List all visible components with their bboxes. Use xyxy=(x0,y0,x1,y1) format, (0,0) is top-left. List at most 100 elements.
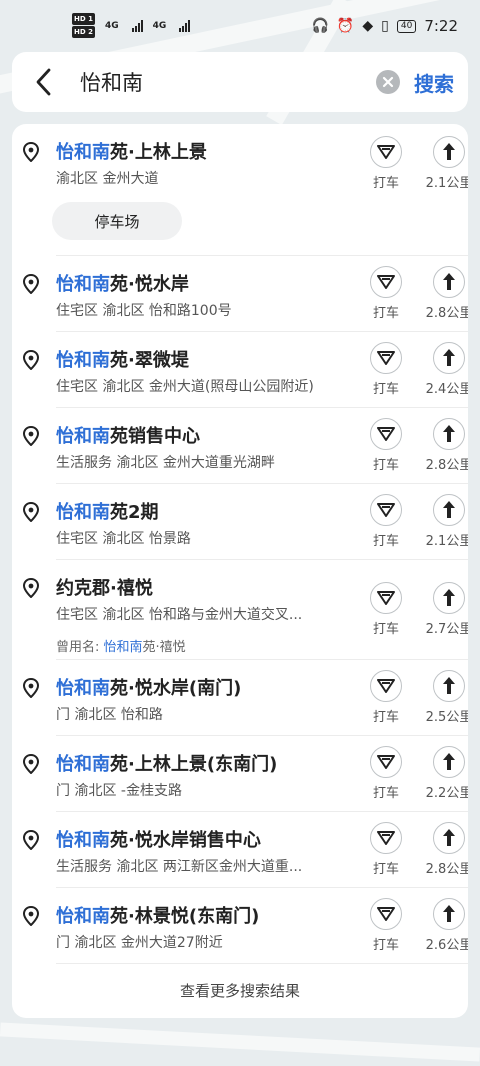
result-title: 怡和南苑销售中心 xyxy=(56,422,200,448)
distance-label: 2.2公里 xyxy=(425,786,468,801)
taxi-label: 打车 xyxy=(372,786,399,801)
taxi-button[interactable]: 打车 xyxy=(362,494,410,549)
result-title: 怡和南苑·翠微堤 xyxy=(56,346,189,372)
taxi-icon xyxy=(370,342,402,374)
distance-label: 2.8公里 xyxy=(425,458,468,473)
taxi-button[interactable]: 打车 xyxy=(362,670,410,725)
result-subtitle: 住宅区 渝北区 怡景路 xyxy=(56,531,191,547)
distance-label: 2.1公里 xyxy=(425,176,468,191)
status-bar: HD 1 HD 2 4G 4G 🎧 ⏰ ◆ ▯ 40 7:22 xyxy=(0,0,480,52)
taxi-label: 打车 xyxy=(372,458,399,473)
distance-label: 2.6公里 xyxy=(425,938,468,953)
taxi-icon xyxy=(370,822,402,854)
result-title: 怡和南苑2期 xyxy=(56,498,159,524)
navigate-button[interactable]: 2.5公里 xyxy=(418,670,468,725)
clock: 7:22 xyxy=(424,17,458,35)
result-item[interactable]: 怡和南苑·翠微堤 住宅区 渝北区 金州大道(照母山公园附近) 打车 2.4公里 xyxy=(22,332,468,408)
result-subtitle: 门 渝北区 -金桂支路 xyxy=(56,783,182,799)
taxi-button[interactable]: 打车 xyxy=(362,582,410,637)
pin-icon xyxy=(22,425,40,447)
result-title-highlight: 怡和南 xyxy=(56,678,110,699)
navigate-button[interactable]: 2.7公里 xyxy=(418,582,468,637)
navigate-button[interactable]: 2.4公里 xyxy=(418,342,468,397)
taxi-icon xyxy=(370,898,402,930)
navigate-button[interactable]: 2.8公里 xyxy=(418,822,468,877)
result-title: 约克郡·禧悦 xyxy=(56,574,153,600)
distance-label: 2.7公里 xyxy=(425,622,468,637)
result-title-rest: 苑·悦水岸(南门) xyxy=(110,678,242,699)
taxi-button[interactable]: 打车 xyxy=(362,342,410,397)
navigate-button[interactable]: 2.1公里 xyxy=(418,494,468,549)
result-subtitle: 门 渝北区 金州大道27附近 xyxy=(56,935,223,951)
pin-icon xyxy=(22,141,40,163)
result-title-rest: 苑·翠微堤 xyxy=(110,350,189,371)
taxi-label: 打车 xyxy=(372,534,399,549)
distance-label: 2.8公里 xyxy=(425,862,468,877)
navigate-button[interactable]: 2.2公里 xyxy=(418,746,468,801)
result-title: 怡和南苑·上林上景(东南门) xyxy=(56,750,277,776)
result-title-highlight: 怡和南 xyxy=(56,274,110,295)
parking-chip[interactable]: 停车场 xyxy=(52,202,182,240)
result-item[interactable]: 怡和南苑·林景悦(东南门) 门 渝北区 金州大道27附近 打车 2.6公里 xyxy=(22,888,468,964)
pin-icon xyxy=(22,349,40,371)
navigate-button[interactable]: 2.8公里 xyxy=(418,418,468,473)
navigate-icon xyxy=(433,670,465,702)
taxi-icon xyxy=(370,670,402,702)
taxi-button[interactable]: 打车 xyxy=(362,418,410,473)
navigate-button[interactable]: 2.8公里 xyxy=(418,266,468,321)
result-title-highlight: 怡和南 xyxy=(56,502,110,523)
result-title: 怡和南苑·林景悦(东南门) xyxy=(56,902,259,928)
result-item[interactable]: 怡和南苑·悦水岸住宅区 渝北区 怡和路100号 打车 2.8公里 xyxy=(22,256,468,332)
result-title-rest: 约克郡·禧悦 xyxy=(56,578,153,599)
navigate-icon xyxy=(433,266,465,298)
result-title-highlight: 怡和南 xyxy=(56,830,110,851)
results-list: 怡和南苑·上林上景 渝北区 金州大道 停车场 打车 2.1公里 怡和南苑·悦水岸 住宅区 渝… xyxy=(12,124,468,1018)
result-item[interactable]: 怡和南苑·上林上景(东南门) 门 渝北区 -金桂支路 打车 2.2公里 xyxy=(22,736,468,812)
clear-icon[interactable] xyxy=(376,70,400,94)
pin-icon xyxy=(22,677,40,699)
navigate-icon xyxy=(433,746,465,778)
taxi-icon xyxy=(370,746,402,778)
signal-icon xyxy=(131,20,143,32)
result-item[interactable]: 怡和南苑销售中心生活服务 渝北区 金州大道重光湖畔 打车 2.8公里 xyxy=(22,408,468,484)
taxi-icon xyxy=(370,418,402,450)
result-item[interactable]: 怡和南苑·悦水岸(南门) 门 渝北区 怡和路 打车 2.5公里 xyxy=(22,660,468,736)
taxi-button[interactable]: 打车 xyxy=(362,822,410,877)
search-bar: 怡和南 搜索 xyxy=(12,52,468,112)
navigate-icon xyxy=(433,898,465,930)
result-title-rest: 苑·悦水岸销售中心 xyxy=(110,830,261,851)
network-1: 4G xyxy=(104,21,119,31)
result-title-rest: 苑·上林上景 xyxy=(110,142,207,163)
result-subtitle: 生活服务 渝北区 两江新区金州大道重... xyxy=(56,859,303,875)
result-item[interactable]: 怡和南苑·悦水岸销售中心生活服务 渝北区 两江新区金州大道重... 打车 2.8公里 xyxy=(22,812,468,888)
search-button[interactable]: 搜索 xyxy=(414,68,454,97)
result-title-rest: 苑·上林上景(东南门) xyxy=(110,754,278,775)
more-results-link[interactable]: 查看更多搜索结果 xyxy=(12,962,468,1018)
result-title-highlight: 怡和南 xyxy=(56,906,110,927)
sim2-label: HD 2 xyxy=(72,26,95,38)
result-title: 怡和南苑·悦水岸 xyxy=(56,270,189,296)
navigate-button[interactable]: 2.1公里 xyxy=(418,136,468,191)
navigate-button[interactable]: 2.6公里 xyxy=(418,898,468,953)
navigate-icon xyxy=(433,342,465,374)
taxi-button[interactable]: 打车 xyxy=(362,136,410,191)
taxi-button[interactable]: 打车 xyxy=(362,266,410,321)
result-item[interactable]: 约克郡·禧悦 住宅区 渝北区 怡和路与金州大道交叉... 曾用名: 怡和南苑·禧悦 打… xyxy=(22,560,468,660)
result-item[interactable]: 怡和南苑·上林上景 渝北区 金州大道 停车场 打车 2.1公里 xyxy=(22,124,468,256)
taxi-label: 打车 xyxy=(372,938,399,953)
signal-icon-2 xyxy=(179,20,191,32)
back-icon[interactable] xyxy=(30,67,56,97)
pin-icon xyxy=(22,829,40,851)
pin-icon xyxy=(22,273,40,295)
result-item[interactable]: 怡和南苑2期住宅区 渝北区 怡景路 打车 2.1公里 xyxy=(22,484,468,560)
taxi-button[interactable]: 打车 xyxy=(362,746,410,801)
search-input[interactable]: 怡和南 xyxy=(80,67,376,97)
alias-label: 曾用名: xyxy=(56,640,100,655)
result-title-highlight: 怡和南 xyxy=(56,426,110,447)
taxi-icon xyxy=(370,266,402,298)
taxi-button[interactable]: 打车 xyxy=(362,898,410,953)
result-subtitle: 生活服务 渝北区 金州大道重光湖畔 xyxy=(56,455,275,471)
result-title: 怡和南苑·悦水岸销售中心 xyxy=(56,826,261,852)
result-subtitle: 住宅区 渝北区 怡和路100号 xyxy=(56,303,232,319)
taxi-icon xyxy=(370,494,402,526)
